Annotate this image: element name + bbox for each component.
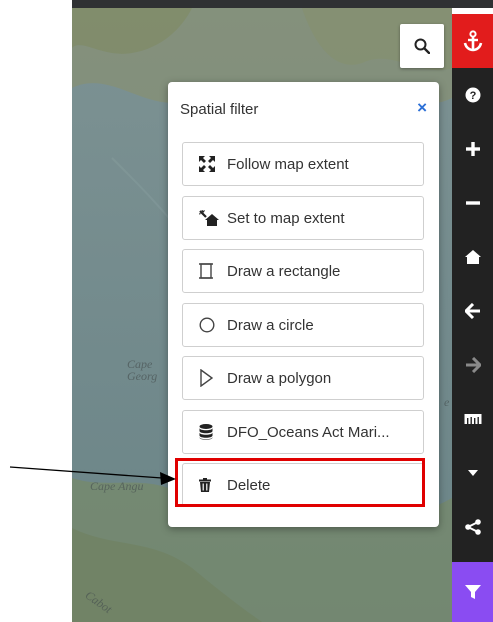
scale-bar-button[interactable] bbox=[452, 392, 493, 446]
option-label: Follow map extent bbox=[227, 155, 349, 173]
close-button[interactable]: × bbox=[417, 99, 427, 117]
anchor-icon bbox=[463, 30, 482, 52]
spatial-filter-panel: Spatial filter × Follow map extent Set t… bbox=[168, 82, 439, 527]
zoom-in-button[interactable] bbox=[452, 122, 493, 176]
option-label: Draw a circle bbox=[227, 316, 314, 334]
option-label: DFO_Oceans Act Mari... bbox=[227, 423, 390, 441]
map-top-strip bbox=[72, 0, 493, 8]
zoom-in-icon bbox=[465, 142, 480, 156]
search-icon bbox=[414, 38, 430, 54]
home-button[interactable] bbox=[452, 230, 493, 284]
option-label: Set to map extent bbox=[227, 209, 345, 227]
map-label-cape-angu: Cape Angu bbox=[90, 479, 144, 493]
rectangle-icon bbox=[199, 262, 221, 280]
circle-icon bbox=[199, 316, 221, 334]
magic-home-icon bbox=[199, 209, 221, 227]
map-label-e: e bbox=[444, 395, 450, 409]
zoom-out-button[interactable] bbox=[452, 176, 493, 230]
forward-arrow-icon bbox=[465, 357, 481, 373]
back-arrow-icon bbox=[464, 303, 480, 319]
home-icon bbox=[464, 250, 481, 264]
scale-bar-icon bbox=[464, 414, 481, 424]
option-label: Draw a rectangle bbox=[227, 262, 341, 280]
trash-icon bbox=[199, 476, 221, 494]
database-icon bbox=[199, 423, 221, 441]
option-label: Draw a polygon bbox=[227, 369, 332, 387]
zoom-out-icon bbox=[465, 201, 480, 205]
filter-icon bbox=[464, 585, 481, 599]
draw-polygon-button[interactable]: Draw a polygon bbox=[182, 356, 424, 400]
screenshot-frame: Cape Georg Cape Angu Cabot e ? Spatial f… bbox=[0, 0, 493, 622]
expand-arrows-icon bbox=[199, 155, 221, 173]
help-button[interactable]: ? bbox=[452, 68, 493, 122]
delete-button[interactable]: Delete bbox=[182, 463, 424, 507]
more-button[interactable] bbox=[452, 446, 493, 500]
caret-down-icon bbox=[467, 470, 478, 476]
layer-filter-button[interactable]: DFO_Oceans Act Mari... bbox=[182, 410, 424, 454]
search-button[interactable] bbox=[400, 24, 444, 68]
share-icon bbox=[464, 519, 481, 535]
map-label-georg: Georg bbox=[127, 369, 158, 383]
share-button[interactable] bbox=[452, 500, 493, 554]
option-label: Delete bbox=[227, 476, 271, 494]
back-button[interactable] bbox=[452, 284, 493, 338]
draw-rectangle-button[interactable]: Draw a rectangle bbox=[182, 249, 424, 293]
forward-button[interactable] bbox=[452, 338, 493, 392]
draw-circle-button[interactable]: Draw a circle bbox=[182, 303, 424, 347]
anchor-button[interactable] bbox=[452, 14, 493, 68]
spatial-filter-button[interactable] bbox=[452, 562, 493, 622]
set-to-map-extent-button[interactable]: Set to map extent bbox=[182, 196, 424, 240]
panel-title: Spatial filter bbox=[180, 101, 259, 118]
follow-map-extent-button[interactable]: Follow map extent bbox=[182, 142, 424, 186]
polygon-icon bbox=[199, 369, 221, 387]
svg-text:?: ? bbox=[469, 90, 476, 102]
help-icon: ? bbox=[465, 87, 480, 103]
map-toolbar: ? bbox=[452, 14, 493, 622]
